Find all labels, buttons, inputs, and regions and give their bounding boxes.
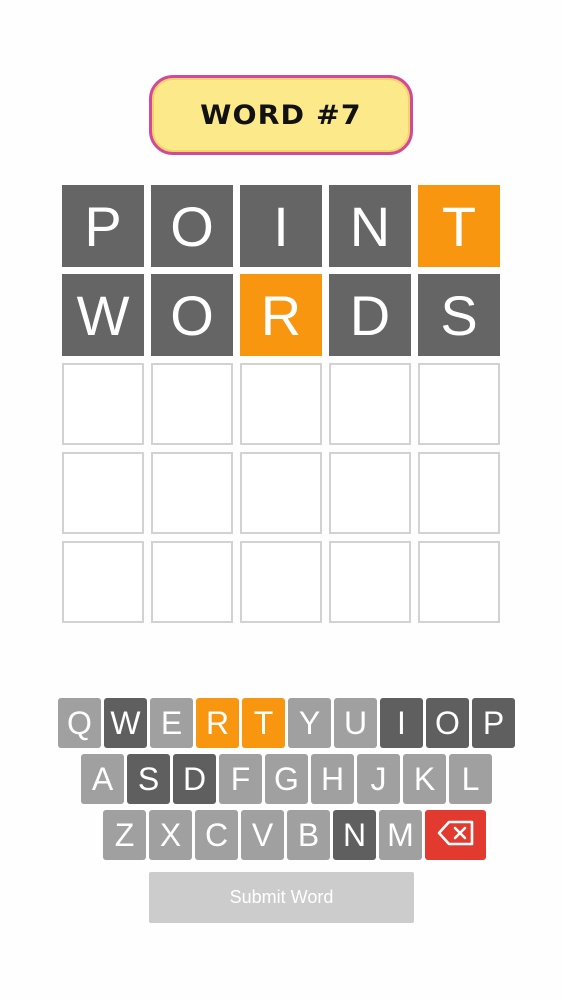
board-tile [151, 363, 233, 445]
key-u[interactable]: U [334, 698, 377, 748]
board-tile: P [62, 185, 144, 267]
key-h[interactable]: H [311, 754, 354, 804]
key-i[interactable]: I [380, 698, 423, 748]
board-tile [62, 541, 144, 623]
key-c[interactable]: C [195, 810, 238, 860]
board-tile [151, 452, 233, 534]
board-tile: W [62, 274, 144, 356]
page-title: WORD #7 [200, 99, 362, 131]
board-tile: O [151, 185, 233, 267]
board-tile: I [240, 185, 322, 267]
key-f[interactable]: F [219, 754, 262, 804]
board-tile [151, 541, 233, 623]
key-j[interactable]: J [357, 754, 400, 804]
board-tile: S [418, 274, 500, 356]
board-tile [329, 541, 411, 623]
board-tile [329, 363, 411, 445]
key-a[interactable]: A [81, 754, 124, 804]
title-badge: WORD #7 [149, 75, 413, 155]
key-x[interactable]: X [149, 810, 192, 860]
submit-word-button[interactable]: Submit Word [149, 872, 414, 923]
key-b[interactable]: B [287, 810, 330, 860]
board-tile [418, 363, 500, 445]
board-tile [62, 363, 144, 445]
board-tile: T [418, 185, 500, 267]
key-q[interactable]: Q [58, 698, 101, 748]
key-s[interactable]: S [127, 754, 170, 804]
backspace-key[interactable] [425, 810, 486, 860]
board-tile: O [151, 274, 233, 356]
key-d[interactable]: D [173, 754, 216, 804]
submit-word-label: Submit Word [229, 887, 334, 907]
key-t[interactable]: T [242, 698, 285, 748]
key-o[interactable]: O [426, 698, 469, 748]
backspace-icon [437, 817, 475, 854]
key-k[interactable]: K [403, 754, 446, 804]
key-n[interactable]: N [333, 810, 376, 860]
key-g[interactable]: G [265, 754, 308, 804]
key-w[interactable]: W [104, 698, 147, 748]
key-m[interactable]: M [379, 810, 422, 860]
key-p[interactable]: P [472, 698, 515, 748]
board-tile [329, 452, 411, 534]
board-tile [240, 452, 322, 534]
key-z[interactable]: Z [103, 810, 146, 860]
key-r[interactable]: R [196, 698, 239, 748]
board-tile [418, 541, 500, 623]
key-l[interactable]: L [449, 754, 492, 804]
board-tile [240, 541, 322, 623]
board-tile [418, 452, 500, 534]
board-tile [62, 452, 144, 534]
key-y[interactable]: Y [288, 698, 331, 748]
board-tile: D [329, 274, 411, 356]
board-tile: N [329, 185, 411, 267]
key-e[interactable]: E [150, 698, 193, 748]
board-tile: R [240, 274, 322, 356]
key-v[interactable]: V [241, 810, 284, 860]
board-tile [240, 363, 322, 445]
